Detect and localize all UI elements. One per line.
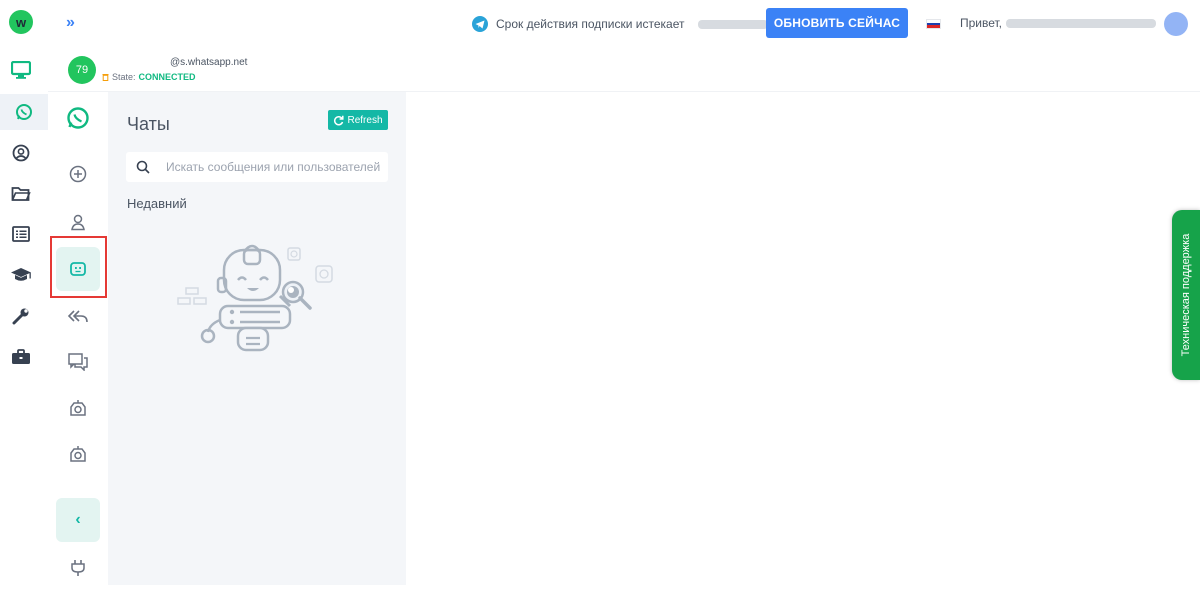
conversations-nav[interactable] <box>56 340 100 384</box>
folder-icon <box>11 187 31 201</box>
main-sidebar: w <box>0 0 48 585</box>
list-icon <box>12 226 30 242</box>
selection-highlight <box>50 236 107 298</box>
whatsapp-home-nav[interactable] <box>56 96 100 140</box>
tech-support-label: Техническая поддержка <box>1180 233 1192 357</box>
graduation-cap-icon <box>11 268 31 281</box>
monitor-icon <box>11 61 31 79</box>
empty-state-robot-illustration <box>177 244 333 352</box>
subscription-date-blurred <box>698 19 769 29</box>
greeting-text: Привет, <box>960 16 1003 30</box>
user-avatar[interactable] <box>1164 12 1188 36</box>
search-input[interactable] <box>166 152 384 182</box>
subscription-notice: Срок действия подписки истекает <box>472 16 769 32</box>
reply-all-icon <box>67 310 88 323</box>
add-nav[interactable] <box>56 152 100 196</box>
list-nav[interactable] <box>0 216 42 252</box>
whatsapp-icon <box>67 107 89 129</box>
media-nav-2[interactable] <box>56 432 100 476</box>
user-greeting[interactable]: Привет, <box>960 16 1157 30</box>
wrench-icon <box>12 308 29 325</box>
business-nav[interactable] <box>0 339 42 375</box>
russian-flag-icon[interactable] <box>926 19 941 29</box>
search-box <box>126 152 388 182</box>
renew-now-button[interactable]: ОБНОВИТЬ СЕЙЧАС <box>766 8 908 38</box>
account-state: State: CONNECTED <box>102 72 196 82</box>
chats-title: Чаты <box>127 114 170 134</box>
state-value: CONNECTED <box>138 72 196 82</box>
user-circle-icon <box>12 144 30 162</box>
whatsapp-nav[interactable] <box>0 94 48 130</box>
contact-icon <box>71 214 85 231</box>
top-bar: » Срок действия подписки истекает ОБНОВИ… <box>48 0 1200 48</box>
account-id: @s.whatsapp.net <box>170 57 248 68</box>
state-label: State: <box>112 72 136 82</box>
username-blurred <box>1006 18 1157 28</box>
briefcase-icon <box>12 349 30 364</box>
integrations-nav[interactable] <box>56 546 100 590</box>
camera-icon <box>70 446 86 462</box>
learning-nav[interactable] <box>0 257 42 293</box>
tech-support-tab[interactable]: Техническая поддержка <box>1172 210 1200 380</box>
files-nav[interactable] <box>0 176 42 212</box>
plug-icon <box>71 560 85 576</box>
logo-letter: w <box>15 14 27 30</box>
dashboard-nav[interactable] <box>0 52 42 88</box>
media-nav-1[interactable] <box>56 386 100 430</box>
collapse-subnav-button[interactable]: ‹ <box>56 498 100 542</box>
expand-sidebar-icon[interactable]: » <box>66 14 75 32</box>
search-icon <box>136 160 150 174</box>
refresh-icon <box>334 115 345 125</box>
trash-icon[interactable] <box>102 73 109 81</box>
whatsapp-icon <box>16 104 32 120</box>
plus-circle-icon <box>69 165 87 183</box>
chat-bubbles-icon <box>68 353 88 371</box>
recent-label: Недавний <box>127 196 187 211</box>
profile-nav[interactable] <box>0 135 42 171</box>
camera-icon <box>70 400 86 416</box>
telegram-icon[interactable] <box>472 16 488 32</box>
auto-reply-nav[interactable] <box>56 294 100 338</box>
chevron-left-icon: ‹ <box>75 511 81 528</box>
refresh-label: Refresh <box>347 114 383 126</box>
chats-panel: Чаты Refresh Недавний <box>108 92 406 585</box>
account-avatar[interactable]: 79 <box>68 56 96 84</box>
tools-nav[interactable] <box>0 298 42 334</box>
subscription-text: Срок действия подписки истекает <box>496 17 685 31</box>
app-logo[interactable]: w <box>9 10 33 34</box>
refresh-button[interactable]: Refresh <box>328 110 388 130</box>
